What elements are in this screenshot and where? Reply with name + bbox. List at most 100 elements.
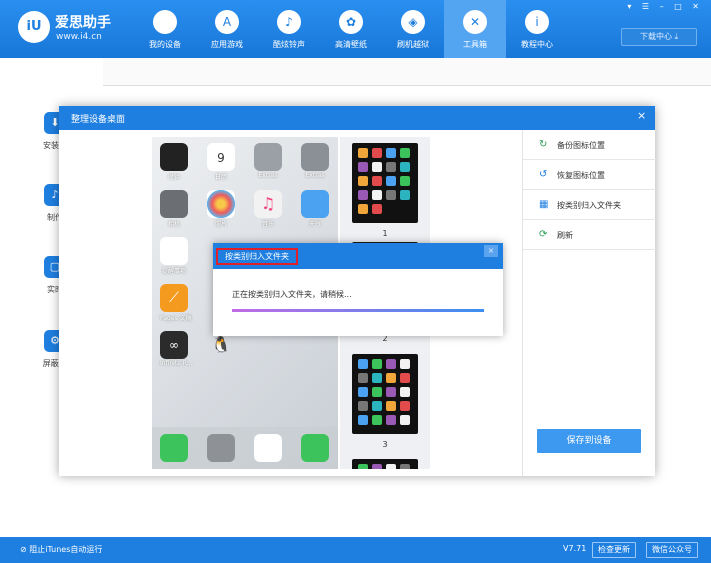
dock	[152, 427, 338, 469]
thumbnail-app-icon	[372, 415, 382, 425]
app-label: 时钟	[167, 174, 180, 181]
dialog-side-menu: ↻ 备份图标位置 ↺ 恢复图标位置 ▦ 按类别归入文件夹 ⟳ 刷新	[522, 130, 656, 476]
thumbnail-app-icon	[358, 148, 368, 158]
phone-icon[interactable]	[160, 434, 188, 462]
photos-icon	[207, 190, 235, 218]
app-label: 相机	[167, 221, 180, 228]
nav-toolbox[interactable]: ✕ 工具箱	[444, 0, 506, 58]
nav-wallpapers[interactable]: ✿ 高清壁纸	[320, 0, 382, 58]
thumbnail-app-icon	[400, 464, 410, 469]
thumbnail-app-icon	[400, 373, 410, 383]
thumbnail-app-icon	[372, 401, 382, 411]
nav-my-device[interactable]: 我的设备	[134, 0, 196, 58]
safari-icon[interactable]	[254, 434, 282, 462]
nav-flash-jailbreak[interactable]: ◈ 刷机越狱	[382, 0, 444, 58]
app-logo: iU	[18, 11, 50, 43]
app-icon-camera[interactable]: 相机	[160, 190, 188, 228]
block-itunes-label: 阻止iTunes自动运行	[29, 545, 103, 554]
nav-label: 工具箱	[463, 40, 487, 49]
thumbnail-app-icon	[358, 190, 368, 200]
app-icon-reminders[interactable]: 提醒事项	[160, 237, 188, 275]
save-to-device-button[interactable]: 保存到设备	[537, 429, 641, 453]
restore-icon: ↺	[539, 169, 548, 180]
thumbnail-app-icon	[372, 359, 382, 369]
thumbnail-app-icon	[400, 415, 410, 425]
window-controls[interactable]: ▾ ☰ – □ ✕	[627, 2, 703, 11]
app-url: www.i4.cn	[56, 32, 102, 42]
grid-folder-icon: ▦	[539, 199, 549, 210]
app-name: 爱思助手	[55, 15, 111, 31]
sort-into-folders-button[interactable]: ▦ 按类别归入文件夹	[523, 190, 656, 220]
app-icon-music[interactable]: ♫ 音乐	[254, 190, 282, 228]
content-top-bar	[103, 58, 711, 86]
thumbnail-app-icon	[386, 415, 396, 425]
app-icon-photos[interactable]: 照片	[207, 190, 235, 228]
app-icon-weather[interactable]: 天气	[301, 190, 329, 228]
thumbnail-app-icon	[358, 373, 368, 383]
weather-icon	[301, 190, 329, 218]
thumbnail-app-icon	[358, 387, 368, 397]
infinity-icon: ∞	[160, 331, 188, 359]
thumbnail-app-icon	[386, 387, 396, 397]
app-icon-infinite[interactable]: ∞ Infinite R...	[160, 331, 193, 367]
app-label: Infinite R...	[160, 360, 193, 367]
page-thumbnail-3[interactable]	[352, 354, 418, 434]
nav-label: 应用游戏	[211, 40, 243, 49]
backup-icon-position-button[interactable]: ↻ 备份图标位置	[523, 130, 656, 160]
music-icon: ♫	[254, 190, 282, 218]
tools-icon: ✕	[463, 10, 487, 34]
progress-title: 按类别归入文件夹	[216, 248, 298, 265]
app-icon-pages[interactable]: ⟋ Pages 文稿	[160, 284, 192, 322]
appstore-icon: A	[215, 10, 239, 34]
progress-dialog: 按类别归入文件夹 × 正在按类别归入文件夹，请稍候...	[213, 243, 503, 336]
thumbnail-app-icon	[372, 148, 382, 158]
page-thumbnail-4[interactable]	[352, 459, 418, 469]
folder-icon	[301, 143, 329, 171]
wechat-account-button[interactable]: 微信公众号	[646, 542, 698, 558]
folder-icon	[254, 143, 282, 171]
app-label: Extras	[258, 172, 278, 179]
app-label: 日历	[214, 174, 227, 181]
app-icon-calendar[interactable]: 9 日历	[207, 143, 235, 181]
download-center-button[interactable]: 下载中心 ⤓	[621, 28, 697, 46]
settings-icon[interactable]	[207, 434, 235, 462]
thumbnail-app-icon	[358, 401, 368, 411]
nav-label: 酷炫铃声	[273, 40, 305, 49]
dialog-close-button[interactable]: ×	[637, 109, 646, 122]
nav-apps-games[interactable]: A 应用游戏	[196, 0, 258, 58]
restore-icon-position-button[interactable]: ↺ 恢复图标位置	[523, 160, 656, 190]
page-thumbnail-1[interactable]	[352, 143, 418, 223]
page-number: 1	[382, 229, 388, 238]
block-itunes-toggle[interactable]: ⊘ 阻止iTunes自动运行	[20, 544, 102, 555]
app-label: Pages 文稿	[160, 315, 192, 322]
status-bar: ⊘ 阻止iTunes自动运行 V7.71 检查更新 微信公众号	[0, 537, 711, 563]
messages-icon[interactable]	[301, 434, 329, 462]
app-icon-extras-1[interactable]: Extras	[254, 143, 282, 179]
camera-icon	[160, 190, 188, 218]
refresh-button[interactable]: ⟳ 刷新	[523, 220, 656, 250]
thumbnail-app-icon	[386, 464, 396, 469]
app-label: 提醒事项	[161, 268, 186, 275]
thumbnail-app-icon	[400, 148, 410, 158]
progress-close-button[interactable]: ×	[484, 245, 498, 257]
bell-icon: ♪	[277, 10, 301, 34]
menu-label: 恢复图标位置	[557, 171, 605, 180]
thumbnail-app-icon	[358, 415, 368, 425]
nav-tutorials[interactable]: i 教程中心	[506, 0, 568, 58]
app-icon-extras-2[interactable]: Extras	[301, 143, 329, 179]
info-icon: i	[525, 10, 549, 34]
thumbnail-app-icon	[372, 373, 382, 383]
thumbnail-app-icon	[372, 464, 382, 469]
progress-message: 正在按类别归入文件夹，请稍候...	[232, 290, 352, 299]
version-label: V7.71	[563, 544, 587, 553]
menu-label: 刷新	[557, 231, 573, 240]
check-update-button[interactable]: 检查更新	[592, 542, 636, 558]
apple-icon	[153, 10, 177, 34]
nav-ringtones[interactable]: ♪ 酷炫铃声	[258, 0, 320, 58]
app-label: 照片	[214, 221, 227, 228]
thumbnail-app-icon	[400, 401, 410, 411]
calendar-icon: 9	[207, 143, 235, 171]
app-icon-clock[interactable]: 时钟	[160, 143, 188, 181]
reminders-icon	[160, 237, 188, 265]
thumbnail-app-icon	[386, 359, 396, 369]
